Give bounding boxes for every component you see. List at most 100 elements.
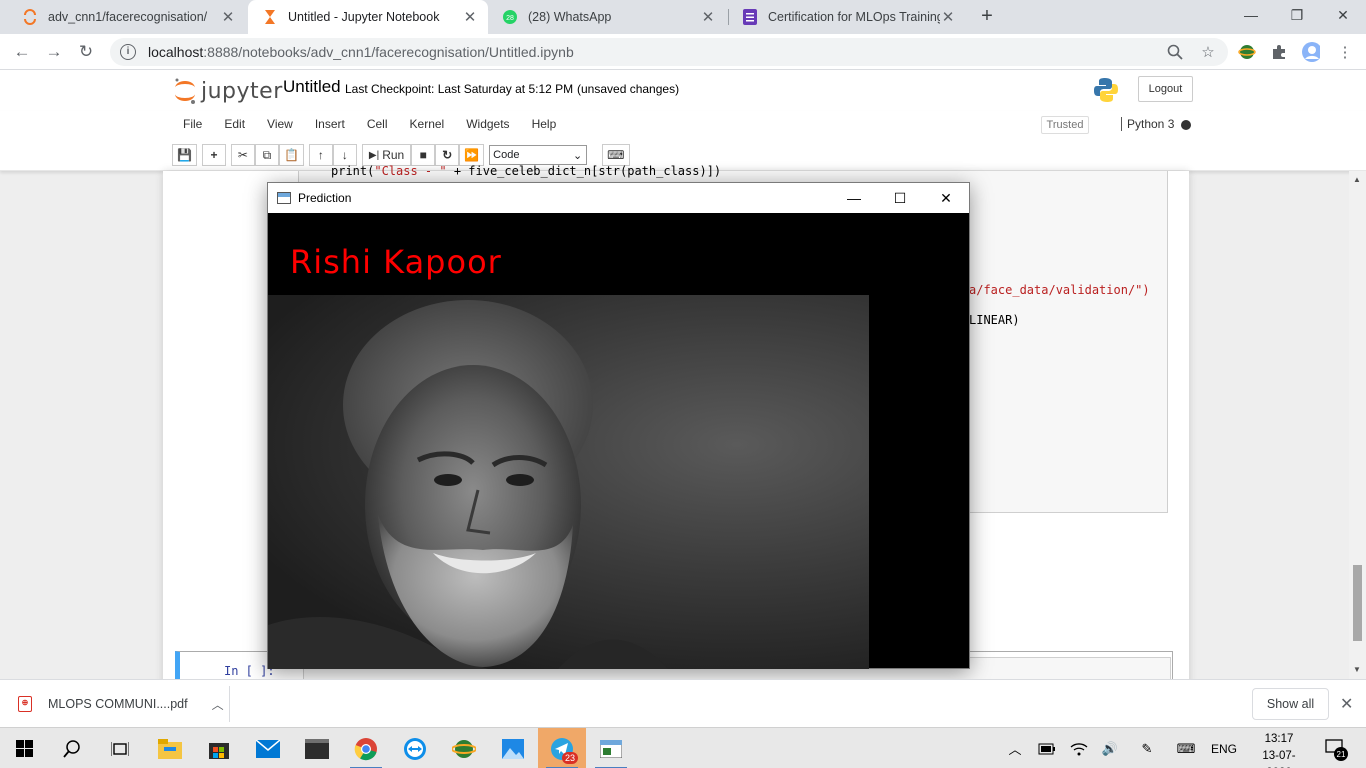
photos-icon[interactable] bbox=[489, 728, 537, 768]
bookmark-star-icon[interactable]: ☆ bbox=[1199, 43, 1217, 61]
browser-toolbar: ← → ↻ i localhost:8888/notebooks/adv_cnn… bbox=[0, 34, 1366, 70]
maximize-icon[interactable]: ☐ bbox=[877, 183, 923, 213]
battery-icon[interactable] bbox=[1036, 728, 1058, 768]
code-line-1: print("Class - " + five_celeb_dict_n[str… bbox=[331, 164, 722, 178]
chevron-up-icon[interactable]: ︿ bbox=[1004, 728, 1026, 768]
download-divider bbox=[229, 686, 230, 722]
kernel-name[interactable]: Python 3 bbox=[1121, 117, 1174, 131]
close-icon[interactable]: ✕ bbox=[1340, 694, 1353, 714]
move-down-button[interactable]: ↓ bbox=[332, 144, 357, 166]
tab-untitled-notebook[interactable]: Untitled - Jupyter Notebook ✕ bbox=[248, 0, 488, 34]
search-icon[interactable] bbox=[48, 728, 96, 768]
prediction-titlebar[interactable]: Prediction — ☐ ✕ bbox=[268, 183, 969, 213]
jupyter-logo[interactable]: jupyter bbox=[173, 76, 283, 106]
wifi-icon[interactable] bbox=[1068, 728, 1090, 768]
tab-whatsapp[interactable]: 28 (28) WhatsApp ✕ bbox=[488, 0, 726, 34]
extension-globe-icon[interactable] bbox=[1238, 43, 1256, 61]
show-all-button[interactable]: Show all bbox=[1252, 688, 1329, 720]
tab-certification[interactable]: Certification for MLOps Training ✕ bbox=[728, 0, 966, 34]
plus-icon: + bbox=[210, 148, 218, 162]
chrome-icon[interactable] bbox=[342, 728, 390, 768]
insert-cell-button[interactable]: + bbox=[201, 144, 226, 166]
whatsapp-icon: 28 bbox=[502, 9, 518, 25]
mail-icon[interactable] bbox=[244, 728, 292, 768]
paste-button[interactable]: 📋 bbox=[278, 144, 304, 166]
copy-button[interactable]: ⧉ bbox=[254, 144, 279, 166]
minimize-icon[interactable]: — bbox=[831, 183, 877, 213]
download-item[interactable]: ⊕ MLOPS COMMUNI....pdf ︿ bbox=[18, 690, 224, 718]
download-filename: MLOPS COMMUNI....pdf bbox=[48, 697, 188, 711]
globe-app-icon[interactable] bbox=[440, 728, 488, 768]
menu-insert[interactable]: Insert bbox=[304, 111, 356, 138]
menu-kernel[interactable]: Kernel bbox=[399, 111, 456, 138]
cut-button[interactable]: ✂ bbox=[230, 144, 255, 166]
move-up-button[interactable]: ↑ bbox=[308, 144, 333, 166]
start-button[interactable] bbox=[0, 728, 48, 768]
command-palette-button[interactable]: ⌨ bbox=[602, 144, 630, 166]
microsoft-store-icon[interactable] bbox=[195, 728, 243, 768]
save-button[interactable]: 💾 bbox=[172, 144, 197, 166]
teamviewer-icon[interactable] bbox=[391, 728, 439, 768]
close-window-icon[interactable]: ✕ bbox=[1320, 0, 1366, 30]
close-icon[interactable]: ✕ bbox=[700, 8, 716, 26]
minimize-icon[interactable]: — bbox=[1228, 0, 1274, 30]
keyboard-icon: ⌨ bbox=[607, 148, 625, 162]
cell-type-value: Code bbox=[493, 149, 520, 161]
restart-button[interactable]: ↻ bbox=[435, 144, 460, 166]
file-explorer-icon[interactable] bbox=[146, 728, 194, 768]
jupyter-tab-icon bbox=[22, 9, 38, 25]
close-icon[interactable]: ✕ bbox=[462, 8, 478, 26]
notifications-icon[interactable]: 21 bbox=[1318, 728, 1354, 768]
menu-edit[interactable]: Edit bbox=[213, 111, 256, 138]
prediction-window[interactable]: Prediction — ☐ ✕ Rishi Kapoor bbox=[267, 182, 970, 669]
notebook-title[interactable]: Untitled bbox=[283, 77, 341, 97]
page-scrollbar[interactable]: ▲ ▼ bbox=[1349, 171, 1366, 679]
telegram-icon[interactable]: 23 bbox=[538, 728, 586, 768]
menu-view[interactable]: View bbox=[256, 111, 304, 138]
trusted-indicator[interactable]: Trusted bbox=[1041, 116, 1089, 134]
logout-button[interactable]: Logout bbox=[1138, 76, 1193, 102]
forward-icon[interactable]: → bbox=[42, 40, 66, 64]
terminal-icon[interactable] bbox=[293, 728, 341, 768]
address-bar[interactable]: i localhost:8888/notebooks/adv_cnn1/face… bbox=[110, 38, 1228, 66]
hourglass-icon bbox=[262, 9, 278, 25]
pen-icon[interactable]: ✎ bbox=[1136, 728, 1158, 768]
cell-type-select[interactable]: Code ⌄ bbox=[489, 145, 588, 165]
volume-icon[interactable]: 🔊 bbox=[1099, 728, 1121, 768]
menu-help[interactable]: Help bbox=[521, 111, 568, 138]
task-view-icon[interactable] bbox=[96, 728, 144, 768]
tab-facerecognisation[interactable]: adv_cnn1/facerecognisation/ ✕ bbox=[8, 0, 246, 34]
clock-date: 13-07-2020 bbox=[1262, 750, 1296, 768]
prediction-window-title: Prediction bbox=[298, 191, 352, 205]
close-icon[interactable]: ✕ bbox=[923, 183, 969, 213]
info-icon[interactable]: i bbox=[120, 44, 136, 60]
browser-tab-strip: adv_cnn1/facerecognisation/ ✕ Untitled -… bbox=[0, 0, 1366, 34]
restore-icon[interactable]: ❐ bbox=[1274, 0, 1320, 30]
run-button[interactable]: ▶| Run bbox=[361, 144, 412, 166]
close-icon[interactable]: ✕ bbox=[220, 8, 236, 26]
reload-icon[interactable]: ↻ bbox=[74, 40, 98, 64]
menu-list: File Edit View Insert Cell Kernel Widget… bbox=[172, 111, 567, 138]
chevron-up-icon[interactable]: ︿ bbox=[212, 696, 224, 713]
menu-cell[interactable]: Cell bbox=[356, 111, 399, 138]
menu-file[interactable]: File bbox=[172, 111, 213, 138]
opencv-window-icon[interactable] bbox=[587, 728, 635, 768]
scroll-up-icon: ▲ bbox=[1353, 175, 1361, 184]
extensions-puzzle-icon[interactable] bbox=[1270, 43, 1288, 61]
restart-run-all-button[interactable]: ⏩ bbox=[459, 144, 485, 166]
zoom-search-icon[interactable] bbox=[1166, 43, 1184, 61]
system-clock[interactable]: 13:17 13-07-2020 bbox=[1252, 731, 1306, 768]
new-tab-button[interactable]: + bbox=[976, 5, 998, 27]
keyboard-icon[interactable]: ⌨ bbox=[1172, 728, 1200, 768]
close-icon[interactable]: ✕ bbox=[940, 8, 956, 26]
more-menu-icon[interactable]: ⋮ bbox=[1336, 43, 1354, 61]
back-icon[interactable]: ← bbox=[10, 40, 34, 64]
notebook-toolbar: 💾 + ✂ ⧉ 📋 ↑ ↓ ▶| Run ■ ↻ ⏩ Code ⌄ ⌨ bbox=[172, 144, 630, 166]
profile-avatar[interactable] bbox=[1302, 42, 1320, 62]
windows-taskbar: 23 ︿ 🔊 ✎ ⌨ ENG 13:17 13-07-2020 21 bbox=[0, 727, 1366, 768]
interrupt-button[interactable]: ■ bbox=[411, 144, 436, 166]
scrollbar-thumb[interactable] bbox=[1353, 565, 1362, 641]
restart-icon: ↻ bbox=[442, 148, 453, 162]
language-indicator[interactable]: ENG bbox=[1208, 728, 1240, 768]
menu-widgets[interactable]: Widgets bbox=[455, 111, 520, 138]
